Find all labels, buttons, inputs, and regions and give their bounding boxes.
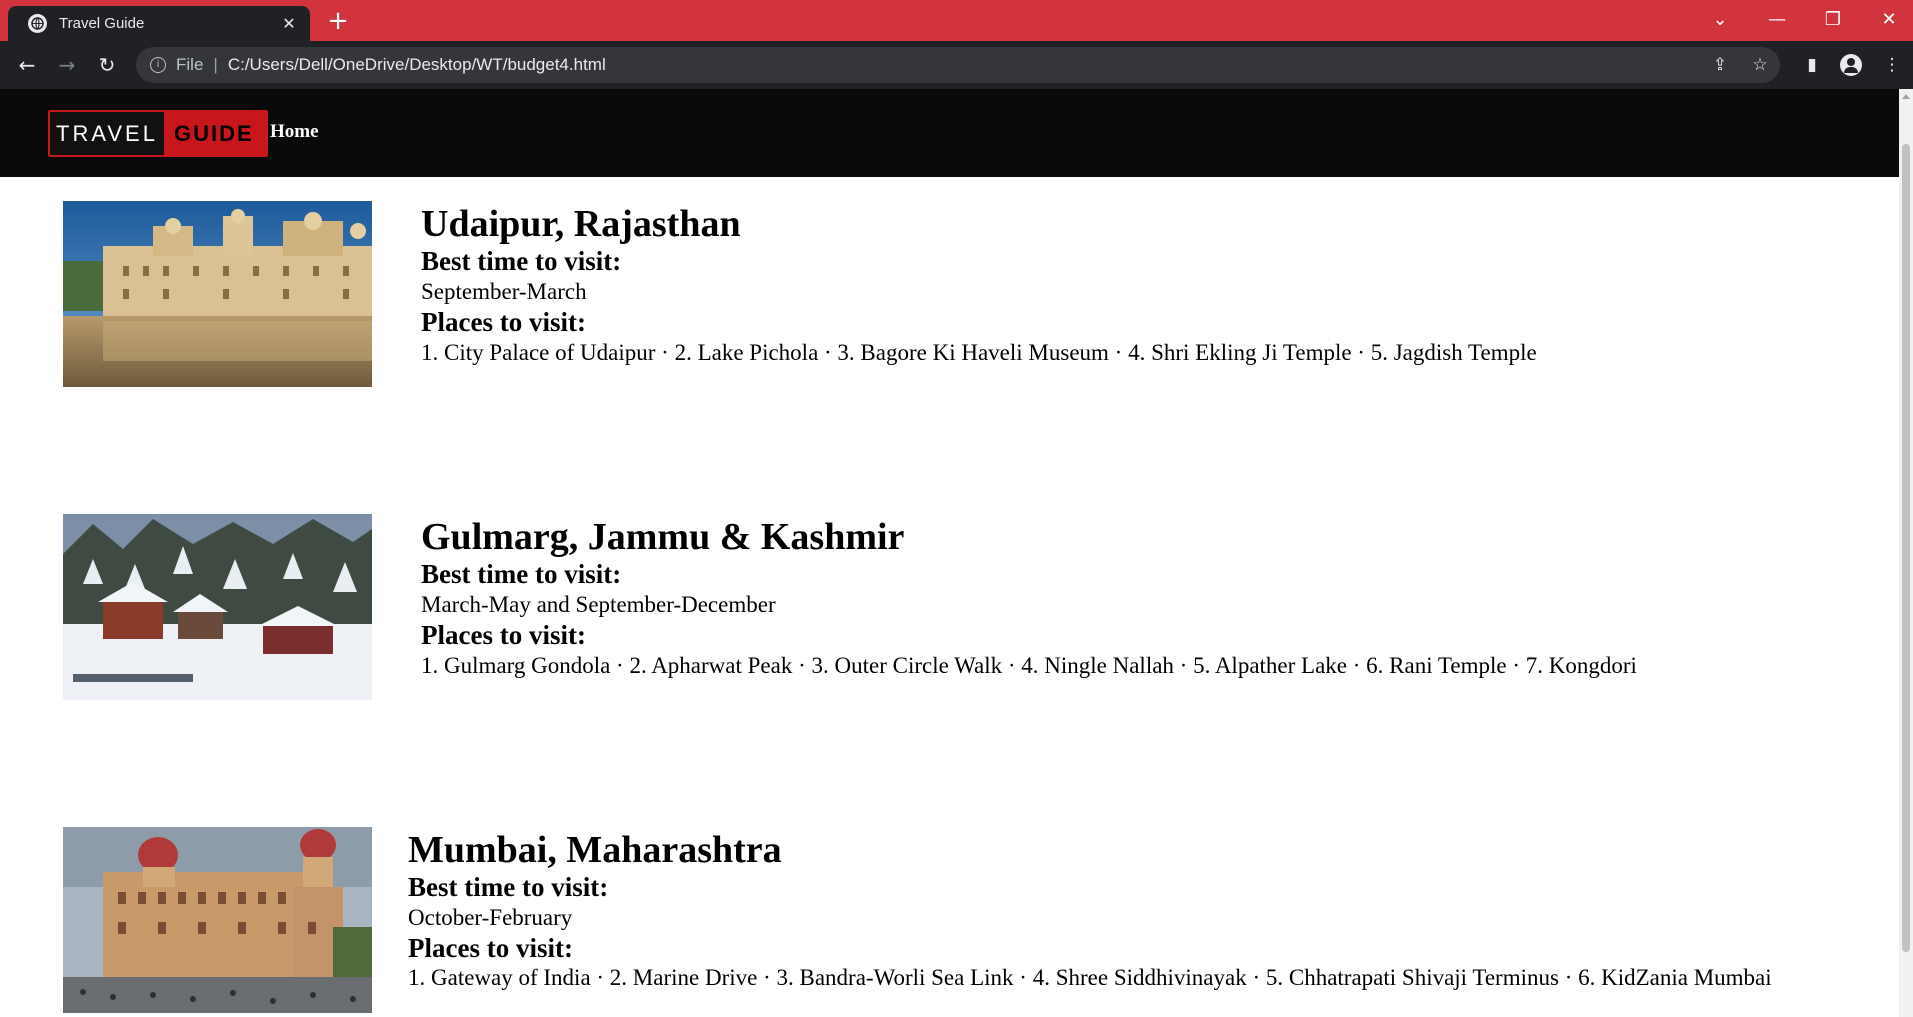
gulmarg-snow-image: [63, 514, 372, 700]
url-scheme: File: [176, 55, 204, 74]
menu-icon[interactable]: ⋮: [1880, 53, 1904, 77]
profile-icon[interactable]: [1840, 54, 1862, 76]
best-time-value: October-February: [408, 905, 573, 930]
logo-text-travel: TRAVEL: [50, 112, 164, 155]
places-list: 1. Gulmarg Gondola · 2. Apharwat Peak · …: [421, 653, 1637, 678]
scrollbar-thumb[interactable]: [1902, 144, 1910, 952]
best-time-heading: Best time to visit:: [421, 559, 622, 589]
back-icon[interactable]: ←: [11, 49, 43, 81]
browser-toolbar: ← → ↻ i File | C:/Users/Dell/OneDrive/De…: [0, 41, 1913, 89]
address-bar[interactable]: i File | C:/Users/Dell/OneDrive/Desktop/…: [136, 47, 1780, 83]
places-list: 1. Gateway of India · 2. Marine Drive · …: [408, 965, 1772, 990]
places-heading: Places to visit:: [408, 933, 573, 963]
site-navbar: TRAVEL GUIDE Home: [0, 89, 1899, 177]
destination-title: Mumbai, Maharashtra: [408, 829, 782, 871]
minimize-icon[interactable]: —: [1757, 6, 1797, 34]
mumbai-taj-image: [63, 827, 372, 1013]
logo-text-guide: GUIDE: [163, 112, 266, 155]
best-time-value: September-March: [421, 279, 587, 304]
best-time-heading: Best time to visit:: [408, 872, 609, 902]
places-heading: Places to visit:: [421, 307, 586, 337]
destination-info: Udaipur, Rajasthan Best time to visit: S…: [421, 201, 1537, 368]
url-separator: |: [213, 55, 218, 74]
bookmark-star-icon[interactable]: ☆: [1748, 53, 1772, 77]
share-icon[interactable]: ⇪: [1708, 53, 1732, 77]
new-tab-button[interactable]: +: [324, 8, 352, 36]
restore-icon[interactable]: ❐: [1813, 6, 1853, 34]
browser-tab[interactable]: Travel Guide ✕: [8, 6, 310, 41]
udaipur-palace-image: [63, 201, 372, 387]
page-scrollbar[interactable]: [1899, 89, 1913, 1017]
tab-title: Travel Guide: [59, 15, 145, 32]
tab-search-icon[interactable]: ⌄: [1700, 6, 1740, 34]
best-time-heading: Best time to visit:: [421, 246, 622, 276]
destination-title: Udaipur, Rajasthan: [421, 203, 741, 245]
forward-icon[interactable]: →: [51, 49, 83, 81]
page-viewport: TRAVEL GUIDE Home Udaipur, Rajasthan Bes…: [0, 89, 1899, 1017]
reload-icon[interactable]: ↻: [91, 49, 123, 81]
nav-home-link[interactable]: Home: [270, 121, 319, 143]
globe-icon: [28, 14, 47, 33]
url-text[interactable]: C:/Users/Dell/OneDrive/Desktop/WT/budget…: [228, 55, 606, 75]
site-logo[interactable]: TRAVEL GUIDE: [48, 110, 268, 157]
places-list: 1. City Palace of Udaipur · 2. Lake Pich…: [421, 340, 1537, 365]
info-icon[interactable]: i: [150, 57, 166, 73]
places-heading: Places to visit:: [421, 620, 586, 650]
destination-title: Gulmarg, Jammu & Kashmir: [421, 516, 905, 558]
window-close-icon[interactable]: ✕: [1869, 6, 1909, 34]
browser-tabstrip: Travel Guide ✕ + ⌄ — ❐ ✕: [0, 0, 1913, 41]
scroll-up-arrow-icon[interactable]: [1902, 94, 1910, 99]
side-panel-icon[interactable]: ▮: [1800, 53, 1824, 77]
destination-info: Mumbai, Maharashtra Best time to visit: …: [408, 827, 1848, 992]
close-tab-icon[interactable]: ✕: [278, 14, 300, 33]
best-time-value: March-May and September-December: [421, 592, 776, 617]
destination-info: Gulmarg, Jammu & Kashmir Best time to vi…: [421, 514, 1637, 681]
